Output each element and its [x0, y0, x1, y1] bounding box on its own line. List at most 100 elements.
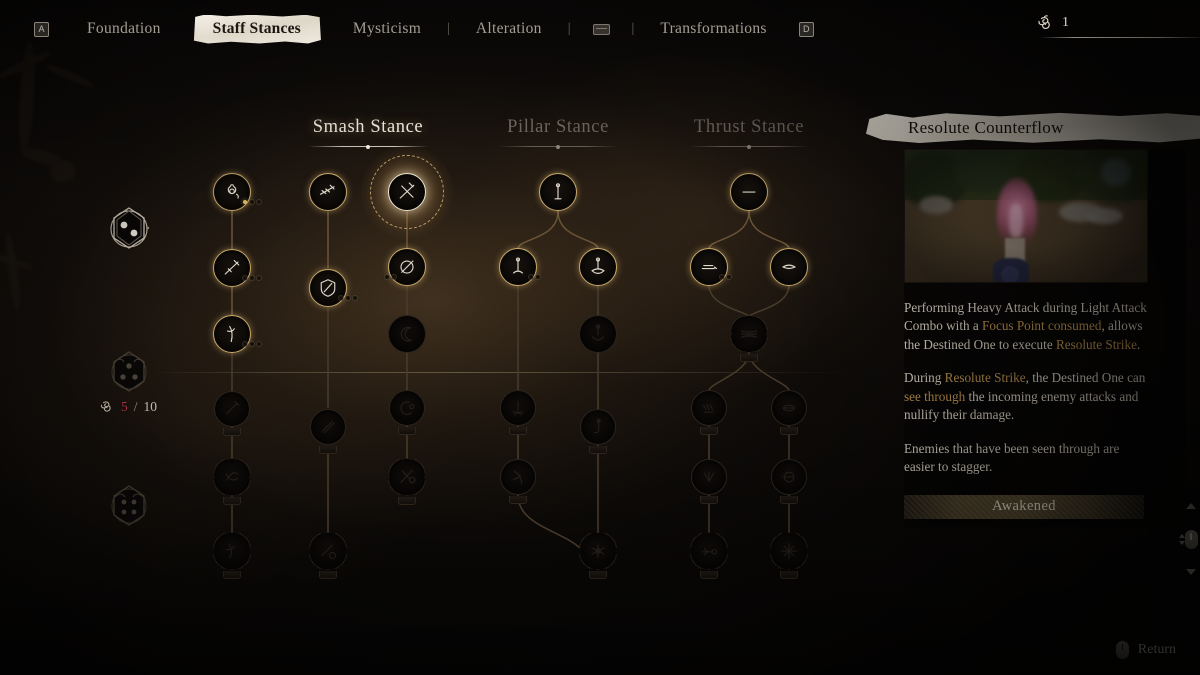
node-frame	[500, 459, 536, 504]
node-pedestal	[700, 496, 718, 504]
node-pedestal	[780, 427, 798, 435]
rank-pip	[242, 342, 247, 347]
node-frame	[388, 248, 426, 286]
skill-node-p3[interactable]	[579, 248, 617, 286]
return-label[interactable]: Return	[1138, 642, 1176, 658]
skill-node-r5[interactable]	[388, 458, 426, 505]
skill-node-p8[interactable]	[579, 532, 617, 579]
skill-node-s2[interactable]	[213, 249, 261, 287]
node-pedestal	[319, 446, 337, 454]
tab-mysticism[interactable]: Mysticism	[349, 18, 425, 40]
thrust-rapid-icon	[702, 404, 714, 413]
node-pedestal	[700, 427, 718, 435]
skill-node-s4[interactable]	[214, 391, 250, 436]
pillar-rise-icon	[512, 257, 524, 274]
staff-slash-icon	[400, 260, 414, 274]
node-pedestal	[223, 497, 241, 505]
skill-node-r2[interactable]	[385, 248, 426, 286]
key-hint-a[interactable]: A	[34, 21, 49, 37]
skill-node-p2[interactable]	[499, 248, 540, 286]
node-frame	[309, 173, 347, 211]
node-frame	[691, 390, 727, 435]
detail-scrollbar[interactable]	[1178, 503, 1200, 575]
skill-node-p6[interactable]	[580, 409, 616, 454]
skill-node-t6[interactable]	[771, 390, 807, 435]
skill-node-r3[interactable]	[388, 315, 426, 353]
skill-node-t9[interactable]	[690, 532, 728, 579]
key-hint-d[interactable]: D	[798, 21, 814, 37]
rank-pip	[385, 275, 390, 280]
staff-bolt-icon	[321, 544, 337, 560]
skill-node-s1[interactable]	[213, 173, 261, 211]
skill-node-r1[interactable]	[361, 146, 453, 238]
skill-node-p5[interactable]	[500, 390, 536, 435]
skill-node-t10[interactable]	[770, 532, 808, 579]
node-frame	[213, 532, 251, 579]
scroll-up-arrow-icon[interactable]	[1186, 503, 1196, 509]
highlighted-term: Focus Point consumed	[982, 318, 1102, 334]
description-paragraph: Enemies that have been seen through are …	[904, 440, 1148, 477]
node-pedestal	[589, 446, 607, 454]
node-frame	[579, 315, 617, 353]
skill-node-m4[interactable]	[309, 532, 347, 579]
rank-pip	[256, 276, 261, 281]
skill-node-p4[interactable]	[579, 315, 617, 353]
thrust-line-icon	[742, 191, 756, 193]
node-frame	[499, 248, 537, 286]
tab-transformations[interactable]: Transformations	[656, 18, 770, 40]
spark-value: 1	[1062, 15, 1069, 30]
crescent-icon	[400, 326, 413, 342]
node-pedestal	[398, 497, 416, 505]
node-frame	[213, 173, 251, 211]
rank-pip	[726, 275, 731, 280]
skill-detail-panel: Resolute Counterflow Performing Heavy At…	[866, 112, 1200, 592]
shield-staff-icon	[320, 279, 336, 297]
pillar-slam-icon	[512, 401, 524, 416]
mouse-wheel-icon[interactable]	[1178, 529, 1198, 549]
skill-node-p1[interactable]	[539, 173, 577, 211]
rank-pip	[535, 275, 540, 280]
skill-node-t3[interactable]	[770, 248, 808, 286]
skill-node-t4[interactable]	[730, 315, 768, 362]
skill-node-t7[interactable]	[691, 459, 727, 504]
skill-node-s3[interactable]	[213, 315, 261, 353]
scroll-down-arrow-icon[interactable]	[1186, 569, 1196, 575]
pillar-hook-icon	[594, 418, 601, 434]
thrust-spear-icon	[701, 548, 718, 556]
skill-node-s6[interactable]	[213, 532, 251, 579]
node-frame	[388, 458, 426, 505]
pillar-swirl-icon	[591, 257, 605, 274]
node-frame	[539, 173, 577, 211]
tab-foundation[interactable]: Foundation	[83, 18, 165, 40]
description-text: During	[904, 370, 945, 386]
highlighted-term: Resolute Strike	[1055, 336, 1137, 352]
node-frame	[388, 173, 426, 211]
skill-node-t8[interactable]	[771, 459, 807, 504]
skill-node-t2[interactable]	[690, 248, 731, 286]
node-frame	[213, 458, 251, 505]
rank-pip	[256, 342, 261, 347]
highlighted-term: see through	[904, 388, 966, 404]
skill-node-m2[interactable]	[309, 269, 357, 307]
detail-body: Performing Heavy Attack during Light Att…	[904, 149, 1198, 575]
node-pedestal	[700, 571, 718, 579]
node-frame	[388, 315, 426, 353]
skill-node-s5[interactable]	[213, 458, 251, 505]
rank-pip	[338, 296, 343, 301]
node-frame	[214, 391, 250, 436]
skill-preview-video	[904, 149, 1148, 283]
node-pedestal	[223, 428, 241, 436]
skill-node-p7[interactable]	[500, 459, 536, 504]
crossed-staff-icon	[399, 182, 415, 199]
node-frame	[771, 459, 807, 504]
locked-tab-icon[interactable]	[592, 23, 610, 35]
skill-node-m3[interactable]	[310, 409, 346, 454]
skill-node-m1[interactable]	[309, 173, 347, 211]
skill-node-r4[interactable]	[389, 390, 425, 435]
skill-node-t1[interactable]	[730, 173, 768, 211]
status-badge: Awakened	[904, 494, 1144, 519]
skill-node-t5[interactable]	[691, 390, 727, 435]
tab-alteration[interactable]: Alteration	[472, 18, 546, 40]
tab-staff-stances[interactable]: Staff Stances	[193, 15, 321, 44]
rank-pip	[528, 275, 533, 280]
